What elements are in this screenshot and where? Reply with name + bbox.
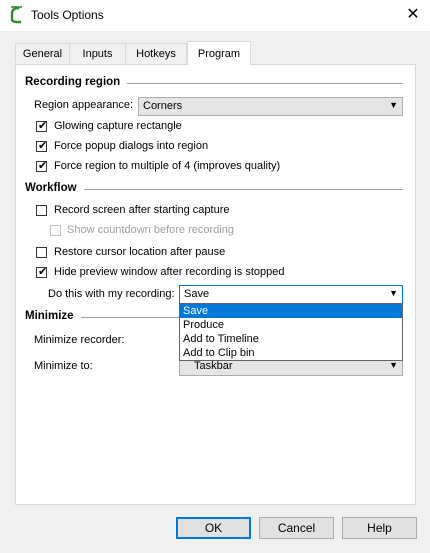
minimize-heading: Minimize	[25, 310, 74, 322]
force-multiple-checkbox[interactable]: ✔	[36, 160, 48, 172]
minimize-to-label: Minimize to:	[34, 360, 93, 372]
record-after-start-label: Record screen after starting capture	[54, 204, 230, 216]
do-this-dropdown-list: Save Produce Add to Timeline Add to Clip…	[179, 303, 403, 361]
dropdown-option-add-to-clip-bin[interactable]: Add to Clip bin	[180, 346, 402, 360]
restore-cursor-label: Restore cursor location after pause	[54, 246, 226, 258]
restore-cursor-checkbox[interactable]	[36, 247, 47, 258]
check-icon: ✔	[38, 266, 48, 278]
do-this-value: Save	[184, 288, 210, 300]
help-button[interactable]: Help	[342, 517, 417, 539]
force-multiple-label: Force region to multiple of 4 (improves …	[54, 160, 281, 172]
chevron-down-icon: ▼	[389, 288, 398, 298]
chevron-down-icon: ▼	[389, 100, 398, 110]
app-logo-icon	[10, 6, 22, 24]
section-divider	[84, 189, 403, 190]
dropdown-option-produce[interactable]: Produce	[180, 318, 402, 332]
check-icon: ✔	[38, 140, 48, 152]
region-appearance-value: Corners	[143, 100, 183, 112]
dropdown-option-save[interactable]: Save	[180, 304, 402, 318]
show-countdown-label: Show countdown before recording	[67, 224, 234, 236]
hide-preview-checkbox[interactable]: ✔	[36, 266, 48, 278]
glowing-capture-checkbox[interactable]: ✔	[36, 120, 48, 132]
region-appearance-label: Region appearance:	[34, 99, 134, 111]
section-divider	[127, 83, 403, 84]
show-countdown-checkbox[interactable]	[50, 225, 61, 236]
do-this-label: Do this with my recording:	[48, 288, 175, 300]
do-this-select[interactable]: Save ▼	[179, 285, 403, 304]
check-icon: ✔	[38, 160, 48, 172]
cancel-button[interactable]: Cancel	[259, 517, 334, 539]
dropdown-option-add-to-timeline[interactable]: Add to Timeline	[180, 332, 402, 346]
ok-button[interactable]: OK	[176, 517, 251, 539]
tab-program[interactable]: Program	[187, 41, 251, 65]
minimize-to-value: Taskbar	[194, 360, 233, 372]
tab-general[interactable]: General	[15, 43, 70, 63]
chevron-down-icon: ▼	[389, 360, 398, 370]
close-icon[interactable]: ✕	[402, 4, 424, 26]
force-popup-checkbox[interactable]: ✔	[36, 140, 48, 152]
workflow-heading: Workflow	[25, 182, 77, 194]
record-after-start-checkbox[interactable]	[36, 205, 47, 216]
hide-preview-label: Hide preview window after recording is s…	[54, 266, 285, 278]
tab-hotkeys[interactable]: Hotkeys	[125, 43, 187, 63]
minimize-recorder-label: Minimize recorder:	[34, 334, 125, 346]
recording-region-heading: Recording region	[25, 76, 121, 88]
region-appearance-select[interactable]: Corners ▼	[138, 97, 403, 116]
check-icon: ✔	[38, 120, 48, 132]
glowing-capture-label: Glowing capture rectangle	[54, 120, 182, 132]
force-popup-label: Force popup dialogs into region	[54, 140, 209, 152]
tab-inputs[interactable]: Inputs	[69, 43, 126, 63]
section-divider	[81, 317, 179, 318]
window-title: Tools Options	[31, 8, 104, 22]
